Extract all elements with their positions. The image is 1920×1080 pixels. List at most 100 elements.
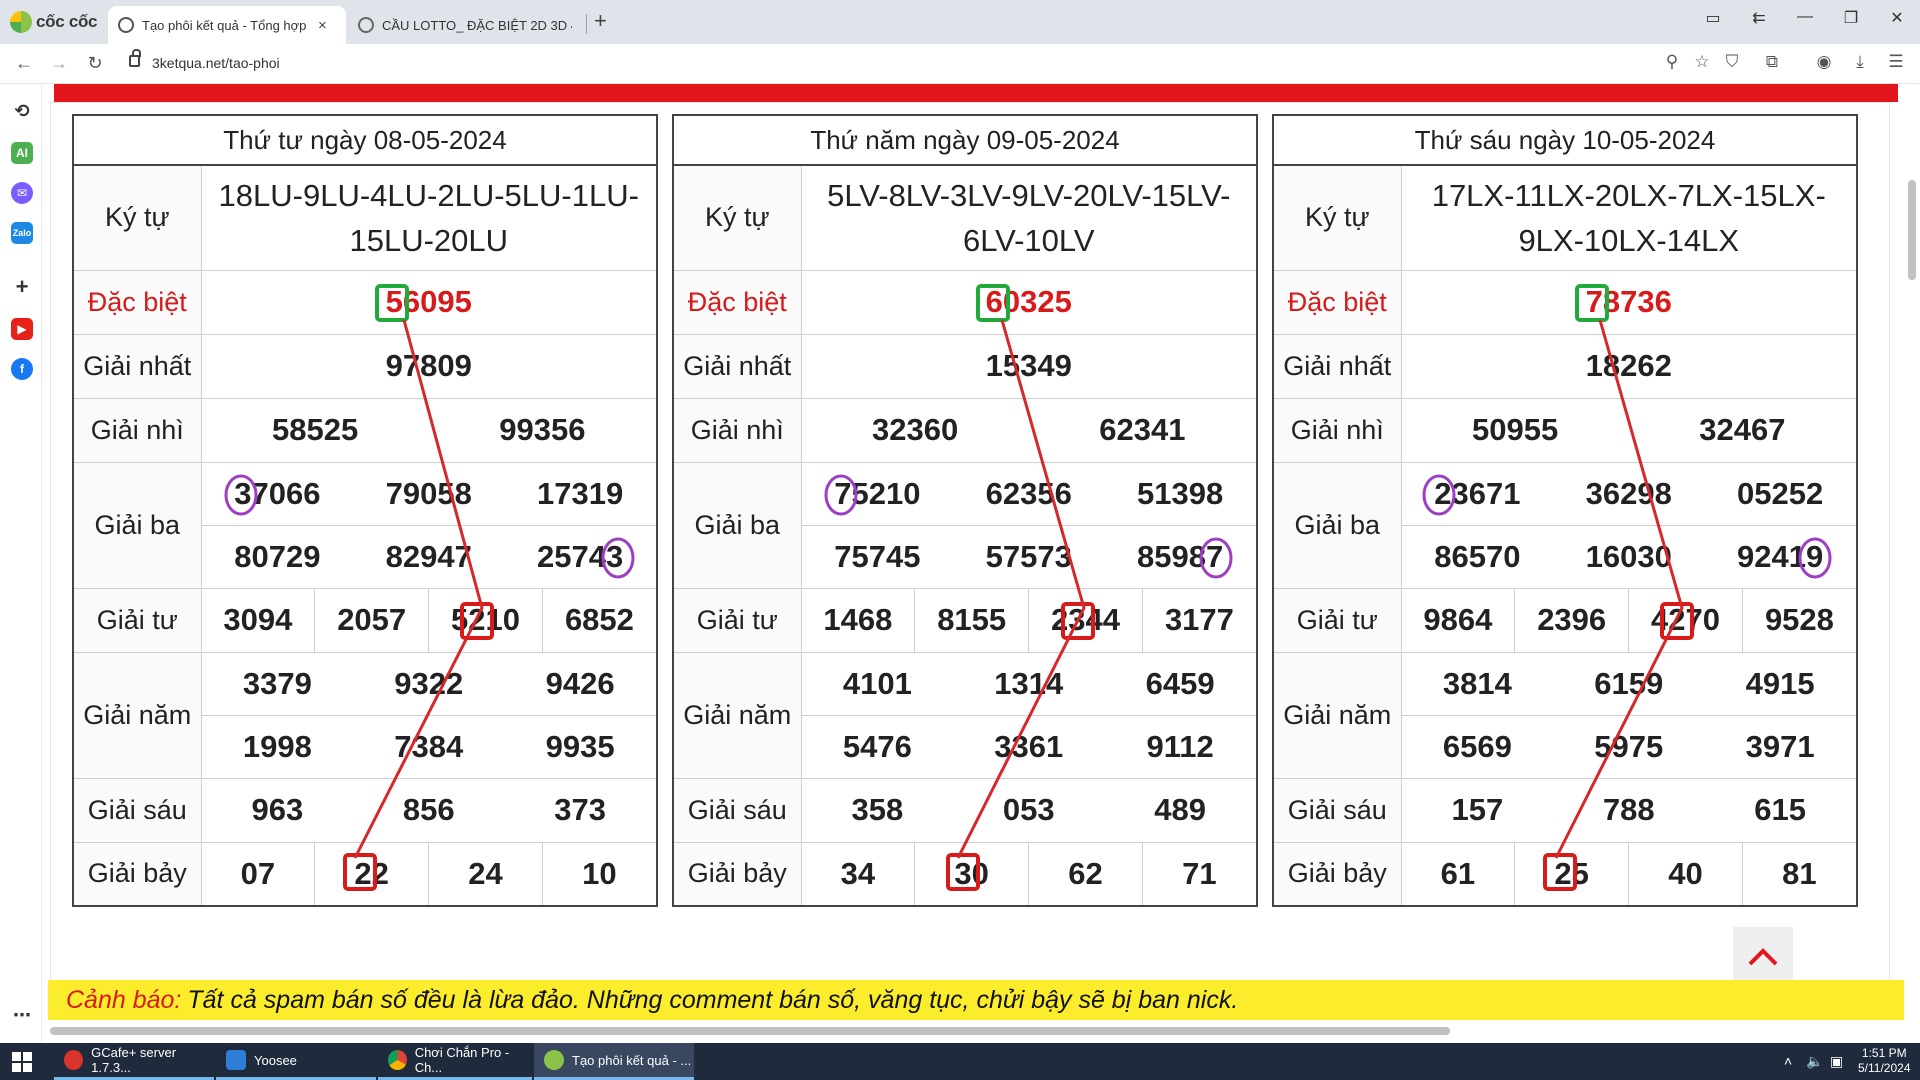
network-icon[interactable]: ▣	[1830, 1053, 1843, 1070]
tab-title: CẦU LOTTO_ ĐẶC BIỆT 2D 3D 4D	[382, 17, 572, 33]
url-field[interactable]: 3ketqua.net/tao-phoi	[152, 55, 280, 71]
dac-biet-value: 78736	[1400, 269, 1858, 335]
system-clock[interactable]: 1:51 PM 5/11/2024	[1858, 1046, 1911, 1076]
warning-text: Tất cả spam bán số đều là lừa đảo. Những…	[187, 985, 1239, 1014]
back-button[interactable]: ←	[12, 53, 36, 74]
row-label: Giải sáu	[672, 777, 802, 843]
giai-nhi-values: 32360 62341	[800, 397, 1258, 463]
taskbar-item-gcafe[interactable]: GCafe+ server 1.7.3...	[54, 1043, 214, 1080]
top-banner	[54, 84, 1898, 102]
giai-tu-value: 3177	[1141, 587, 1258, 653]
coccoc-menu-button[interactable]: cốc cốc	[10, 10, 98, 34]
tab-cau-lotto[interactable]: CẦU LOTTO_ ĐẶC BIỆT 2D 3D 4D	[348, 6, 586, 44]
giai-ba-value: 17319	[536, 475, 624, 511]
giai-tu-value: 2057	[314, 587, 430, 653]
giai-tu-value: 2396	[1514, 587, 1630, 653]
taskbar-item-yoosee[interactable]: Yoosee	[216, 1043, 376, 1080]
giai-nhat-value: 15349	[800, 333, 1258, 399]
vertical-scrollbar[interactable]	[1908, 180, 1916, 280]
taskbar-item-coccoc[interactable]: Tạo phôi kết quả - ...	[534, 1043, 694, 1080]
giai-nhi-values: 50955 32467	[1400, 397, 1858, 463]
windows-start-icon[interactable]	[12, 1052, 32, 1072]
screen-capture-icon[interactable]: ▭	[1698, 8, 1728, 28]
tray-chevron-icon[interactable]: ˄	[1784, 1053, 1792, 1069]
menu-icon[interactable]: ☰	[1884, 52, 1908, 72]
tab-tao-phoi[interactable]: Tạo phôi kết quả - Tổng hợp ×	[108, 6, 346, 44]
giai-ba-value: 75210	[834, 475, 921, 511]
tab-divider	[586, 14, 587, 34]
zoom-icon[interactable]: ⚲	[1660, 52, 1684, 72]
giai-sau-value: 053	[1002, 792, 1055, 827]
lock-icon[interactable]	[129, 49, 141, 67]
messenger-icon[interactable]: ✉	[11, 182, 33, 204]
giai-nam-value: 3379	[242, 665, 312, 701]
giai-tu-value: 4270	[1628, 587, 1743, 653]
ai-assistant-icon[interactable]: AI	[11, 142, 33, 164]
volume-icon[interactable]: 🔈	[1806, 1053, 1823, 1070]
taskbar-item-label: Yoosee	[254, 1052, 297, 1068]
giai-ba-value: 75745	[834, 538, 921, 574]
profile-icon[interactable]: ◉	[1812, 52, 1836, 72]
minimize-button[interactable]: —	[1790, 8, 1820, 26]
bookmark-star-icon[interactable]: ☆	[1690, 52, 1714, 72]
shield-icon[interactable]: ⛉	[1720, 52, 1744, 72]
giai-sau-value: 788	[1602, 792, 1655, 827]
giai-bay-value: 81	[1741, 841, 1858, 907]
close-tab-icon[interactable]: ×	[318, 17, 327, 34]
zalo-icon[interactable]: Zalo	[11, 222, 33, 244]
taskbar-item-label: GCafe+ server 1.7.3...	[91, 1045, 177, 1075]
facebook-icon[interactable]: f	[11, 358, 33, 380]
giai-bay-value: 24	[428, 841, 543, 907]
scroll-to-top-button[interactable]	[1733, 927, 1793, 987]
row-label: Giải nhất	[1272, 333, 1402, 399]
giai-nhat-value: 18262	[1400, 333, 1858, 399]
youtube-icon[interactable]: ▶	[11, 318, 33, 340]
giai-nam-value: 5975	[1594, 728, 1664, 764]
add-sidebar-app-icon[interactable]: +	[11, 274, 33, 299]
giai-nhi-value: 32467	[1699, 412, 1786, 447]
row-label: Giải sáu	[1272, 777, 1402, 843]
reload-button[interactable]: ↻	[83, 53, 107, 74]
dac-biet-value: 56095	[200, 269, 658, 335]
row-label: Ký tự	[1272, 164, 1402, 271]
tab-search-icon[interactable]: ⇇	[1744, 8, 1774, 28]
giai-bay-value: 25	[1514, 841, 1630, 907]
giai-tu-value: 9864	[1400, 587, 1516, 653]
giai-sau-row: 157 788 615	[1400, 777, 1858, 843]
row-label: Giải sáu	[72, 777, 202, 843]
restore-button[interactable]: ❐	[1836, 8, 1866, 28]
giai-nam-value: 6569	[1442, 728, 1512, 764]
more-icon[interactable]: ⋯	[11, 1004, 33, 1026]
taskbar-item-chrome[interactable]: Chơi Chắn Pro - Ch...	[378, 1043, 532, 1080]
ky-tu-value: 17LX-11LX-20LX-7LX-15LX-9LX-10LX-14LX	[1400, 164, 1858, 271]
close-window-button[interactable]: ✕	[1882, 8, 1912, 28]
giai-sau-value: 489	[1154, 792, 1206, 827]
forward-button[interactable]: →	[47, 53, 71, 74]
horizontal-scrollbar[interactable]	[50, 1027, 1450, 1035]
giai-ba-value: 25743	[536, 538, 624, 574]
clock-date: 5/11/2024	[1858, 1061, 1911, 1075]
globe-icon	[358, 17, 374, 33]
giai-sau-row: 963 856 373	[200, 777, 658, 843]
giai-ba-value: 23671	[1434, 475, 1521, 511]
new-tab-button[interactable]: +	[594, 8, 607, 34]
giai-nam-value: 3814	[1442, 665, 1512, 701]
extensions-icon[interactable]: ⧉	[1760, 52, 1784, 72]
giai-ba-value: 05252	[1736, 475, 1824, 511]
history-icon[interactable]: ⟲	[11, 100, 33, 122]
row-label: Giải bảy	[672, 841, 802, 907]
giai-nam-value: 4915	[1745, 665, 1815, 701]
row-label: Giải nhì	[72, 397, 202, 463]
giai-ba-row: 37066 79058 17319	[200, 461, 658, 526]
row-label: Giải ba	[672, 461, 802, 589]
clock-time: 1:51 PM	[1861, 1046, 1907, 1060]
giai-ba-value: 51398	[1136, 475, 1224, 511]
yoosee-icon	[226, 1050, 246, 1070]
coccoc-logo-icon	[10, 11, 32, 33]
windows-taskbar: GCafe+ server 1.7.3... Yoosee Chơi Chắn …	[0, 1043, 1920, 1080]
giai-ba-row: 86570 16030 92419	[1400, 524, 1858, 589]
download-icon[interactable]: ⤓	[1848, 52, 1872, 72]
giai-nhi-value: 50955	[1472, 412, 1559, 447]
giai-bay-value: 34	[800, 841, 916, 907]
giai-nam-value: 4101	[842, 665, 912, 701]
